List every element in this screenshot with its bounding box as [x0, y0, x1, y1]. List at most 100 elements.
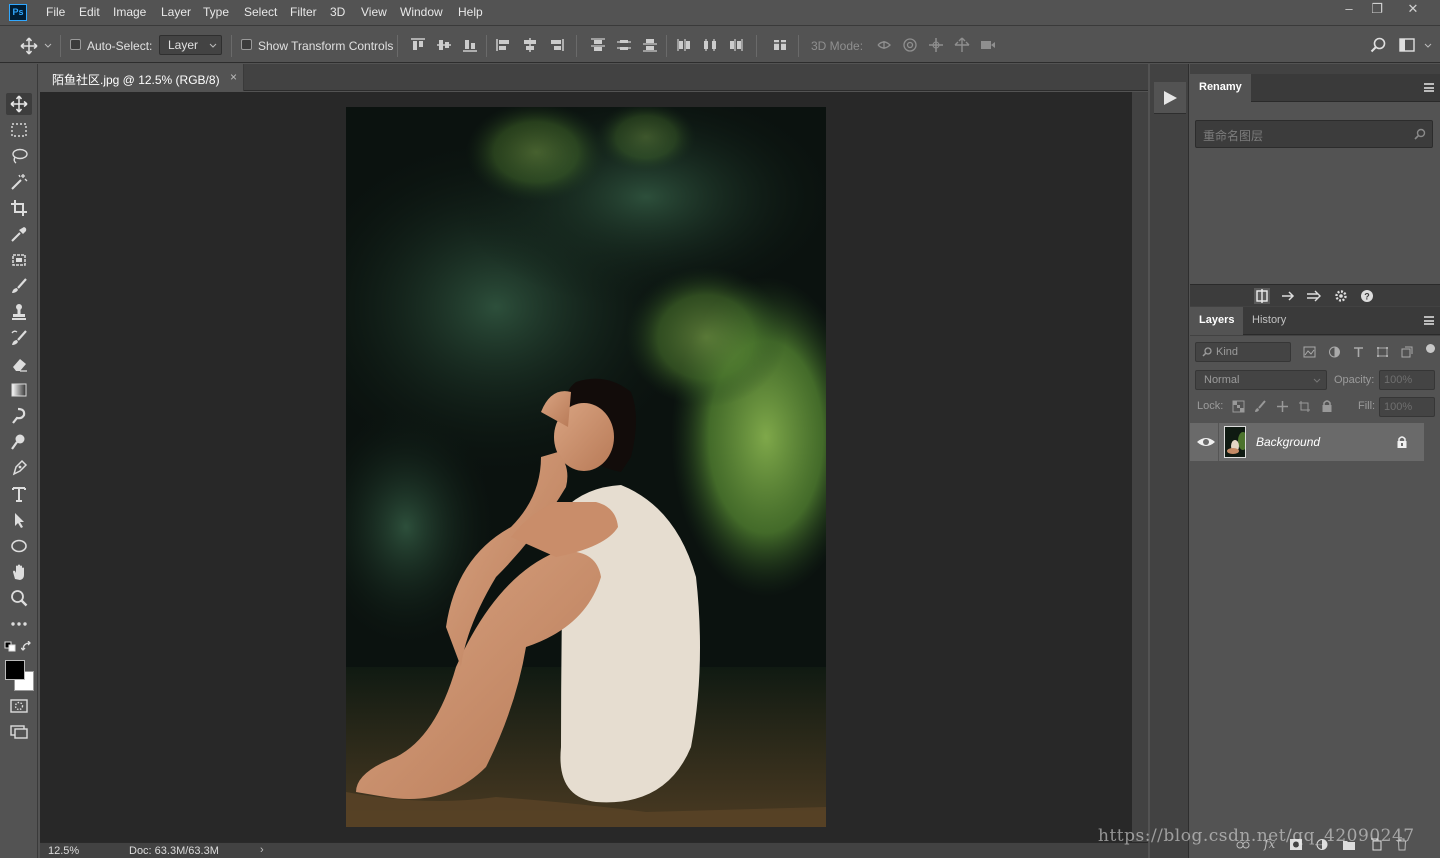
show-transform-checkbox[interactable]: [241, 39, 252, 50]
hand-tool[interactable]: [6, 561, 32, 583]
path-select-tool[interactable]: [6, 509, 32, 531]
3d-scale-icon[interactable]: [980, 37, 996, 53]
3d-roll-icon[interactable]: [902, 37, 918, 53]
fill-field[interactable]: 100%: [1379, 397, 1435, 417]
stamp-tool[interactable]: [6, 301, 32, 323]
menu-select[interactable]: Select: [244, 5, 277, 19]
lock-artboard-icon[interactable]: [1298, 400, 1311, 413]
ellipse-tool[interactable]: [6, 535, 32, 557]
panel-menu-icon[interactable]: [1424, 83, 1434, 92]
default-colors-icon[interactable]: [4, 641, 16, 652]
menu-window[interactable]: Window: [400, 5, 443, 19]
menu-layer[interactable]: Layer: [161, 5, 191, 19]
menu-filter[interactable]: Filter: [290, 5, 317, 19]
align-right-icon[interactable]: [548, 38, 564, 52]
distribute-horizontal-center-icon[interactable]: [702, 38, 718, 52]
chevron-down-icon[interactable]: [44, 43, 52, 49]
type-tool[interactable]: [6, 483, 32, 505]
dodge-tool[interactable]: [6, 431, 32, 453]
blend-mode-dropdown[interactable]: Normal: [1195, 370, 1327, 390]
eraser-tool[interactable]: [6, 353, 32, 375]
align-top-icon[interactable]: [410, 38, 426, 52]
auto-select-target-dropdown[interactable]: Layer: [159, 35, 222, 55]
3d-rotate-icon[interactable]: [876, 37, 892, 53]
canvas-image[interactable]: [346, 107, 826, 827]
rename-layer-input[interactable]: 重命名图层: [1195, 120, 1433, 148]
adjustment-layer-filter-icon[interactable]: [1328, 346, 1341, 358]
menu-file[interactable]: File: [46, 5, 65, 19]
crop-tool[interactable]: [6, 197, 32, 219]
magic-wand-tool[interactable]: [6, 171, 32, 193]
help-icon[interactable]: ?: [1359, 288, 1375, 304]
layer-name[interactable]: Background: [1256, 435, 1320, 449]
pixel-layer-filter-icon[interactable]: [1303, 346, 1316, 358]
lock-position-icon[interactable]: [1276, 400, 1289, 413]
more-tools[interactable]: [6, 613, 32, 635]
rename-icon[interactable]: [1254, 288, 1270, 304]
brush-tool[interactable]: [6, 275, 32, 297]
lock-transparency-icon[interactable]: [1232, 400, 1245, 413]
3d-slide-icon[interactable]: [954, 37, 970, 53]
menu-help[interactable]: Help: [458, 5, 483, 19]
auto-select-checkbox[interactable]: [70, 39, 81, 50]
move-tool-preset-icon[interactable]: [20, 37, 38, 55]
history-brush-tool[interactable]: [6, 327, 32, 349]
close-button[interactable]: ✕: [1397, 0, 1429, 20]
3d-pan-icon[interactable]: [928, 37, 944, 53]
document-tab[interactable]: 陌鱼社区.jpg @ 12.5% (RGB/8) ×: [40, 64, 244, 91]
tab-history[interactable]: History: [1243, 307, 1295, 335]
distribute-right-icon[interactable]: [728, 38, 744, 52]
align-left-icon[interactable]: [496, 38, 512, 52]
panel-menu-icon[interactable]: [1424, 316, 1434, 325]
filter-toggle-icon[interactable]: [1426, 344, 1435, 353]
menu-view[interactable]: View: [361, 5, 387, 19]
foreground-color-swatch[interactable]: [5, 660, 25, 680]
layer-thumbnail[interactable]: [1224, 426, 1246, 458]
double-arrow-icon[interactable]: [1306, 288, 1322, 304]
tab-layers[interactable]: Layers: [1190, 307, 1244, 335]
zoom-tool[interactable]: [6, 587, 32, 609]
actions-panel-button[interactable]: [1154, 82, 1186, 114]
layer-row[interactable]: Background: [1190, 423, 1424, 461]
document-tab-close-button[interactable]: ×: [230, 70, 237, 84]
zoom-level[interactable]: 12.5%: [48, 845, 79, 857]
quick-mask-icon[interactable]: [10, 699, 28, 713]
distribute-bottom-icon[interactable]: [642, 38, 658, 52]
status-menu-arrow[interactable]: ›: [260, 844, 264, 856]
swap-colors-icon[interactable]: [21, 641, 33, 652]
vertical-scrollbar[interactable]: [1132, 92, 1148, 842]
marquee-tool[interactable]: [6, 119, 32, 141]
restore-button[interactable]: ❐: [1361, 0, 1393, 20]
chevron-down-icon[interactable]: [1424, 43, 1432, 49]
menu-type[interactable]: Type: [203, 5, 229, 19]
healing-tool[interactable]: [6, 249, 32, 271]
arrow-right-icon[interactable]: [1280, 288, 1296, 304]
type-layer-filter-icon[interactable]: [1352, 346, 1365, 358]
distribute-vertical-center-icon[interactable]: [616, 38, 632, 52]
layer-filter-kind-dropdown[interactable]: Kind: [1195, 342, 1291, 362]
blur-tool[interactable]: [6, 405, 32, 427]
opacity-field[interactable]: 100%: [1379, 370, 1435, 390]
menu-image[interactable]: Image: [113, 5, 146, 19]
align-bottom-icon[interactable]: [462, 38, 478, 52]
lock-pixels-icon[interactable]: [1254, 400, 1267, 413]
gear-icon[interactable]: [1333, 288, 1349, 304]
align-horizontal-center-icon[interactable]: [522, 38, 538, 52]
distribute-top-icon[interactable]: [590, 38, 606, 52]
align-vertical-center-icon[interactable]: [436, 38, 452, 52]
lock-all-icon[interactable]: [1321, 399, 1333, 413]
pen-tool[interactable]: [6, 457, 32, 479]
gradient-tool[interactable]: [6, 379, 32, 401]
auto-align-layers-icon[interactable]: [772, 38, 788, 52]
shape-layer-filter-icon[interactable]: [1376, 346, 1389, 358]
workspace-icon[interactable]: [1399, 37, 1415, 53]
eye-icon[interactable]: [1196, 435, 1216, 449]
menu-edit[interactable]: Edit: [79, 5, 100, 19]
screen-mode-icon[interactable]: [10, 725, 28, 739]
search-icon[interactable]: [1370, 37, 1386, 53]
tab-renamy[interactable]: Renamy: [1190, 74, 1251, 102]
move-tool[interactable]: [6, 93, 32, 115]
lasso-tool[interactable]: [6, 145, 32, 167]
menu-3d[interactable]: 3D: [330, 5, 345, 19]
smart-object-filter-icon[interactable]: [1400, 346, 1413, 358]
